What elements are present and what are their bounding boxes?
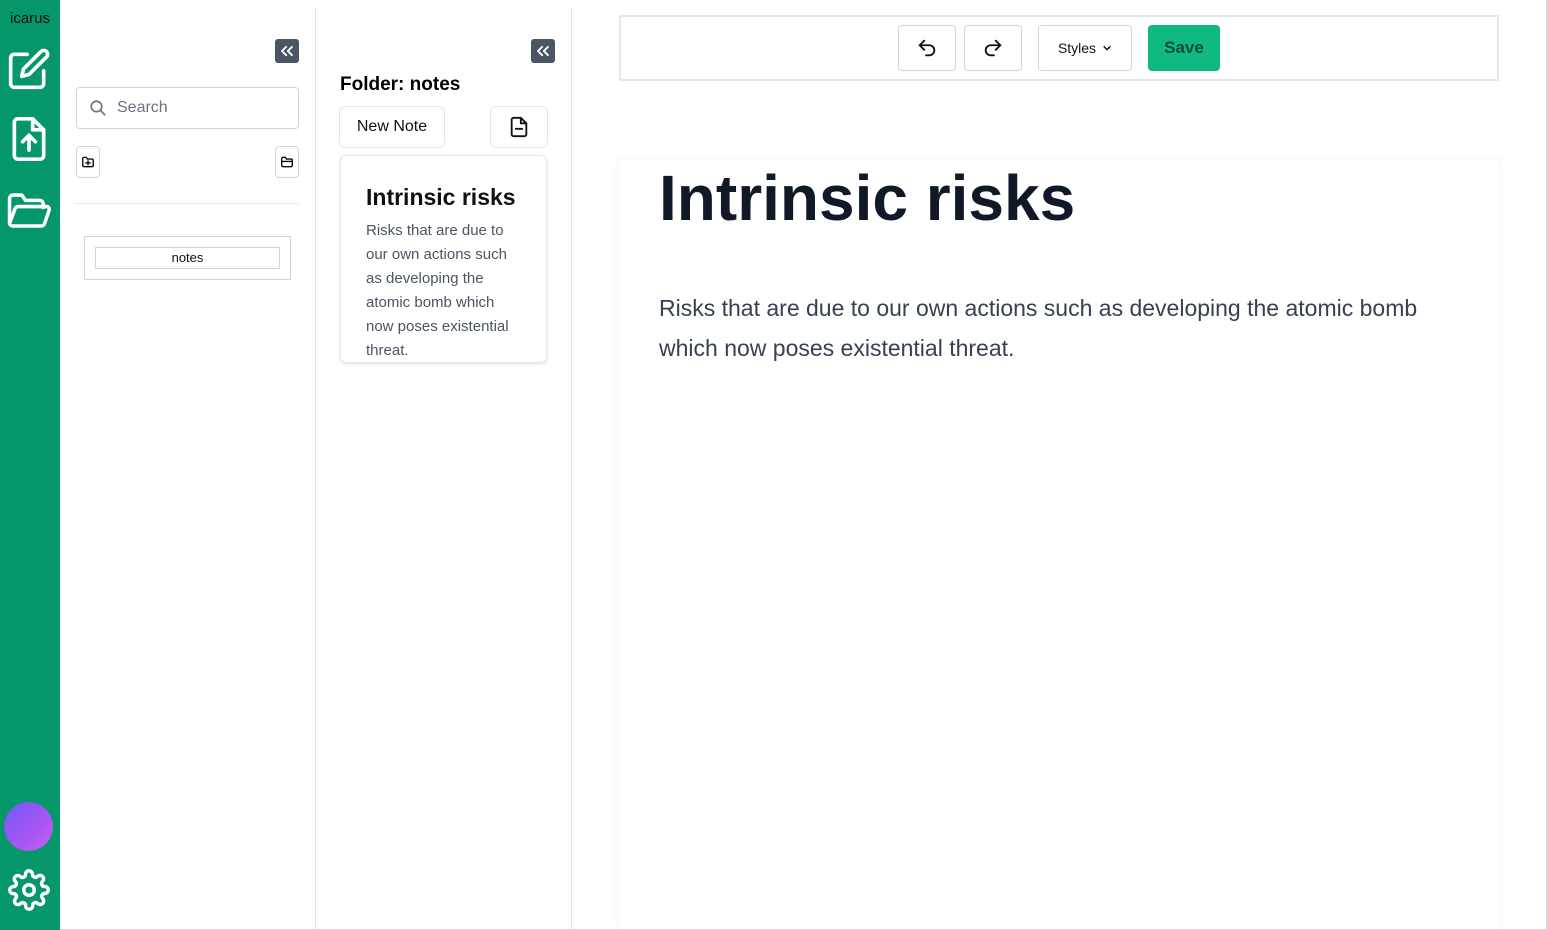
divider xyxy=(76,203,299,204)
editor-toolbar: Styles Save xyxy=(619,15,1499,81)
folder-icon xyxy=(281,156,293,168)
note-body[interactable]: Risks that are due to our own actions su… xyxy=(659,288,1459,368)
search-box xyxy=(76,87,299,129)
save-button[interactable]: Save xyxy=(1148,25,1220,71)
styles-label: Styles xyxy=(1057,40,1097,56)
notes-pane: Folder: notes New Note Intrinsic risks R… xyxy=(316,8,572,930)
left-rail: icarus xyxy=(0,0,60,930)
note-heading[interactable]: Intrinsic risks xyxy=(659,162,1459,234)
settings-button[interactable] xyxy=(6,867,52,913)
note-card-preview: Risks that are due to our own actions su… xyxy=(366,222,509,359)
folder-title: Folder: notes xyxy=(340,74,461,95)
note-card-title: Intrinsic risks xyxy=(366,184,516,210)
search-icon xyxy=(90,100,106,116)
upload-file-rail-button[interactable] xyxy=(6,116,52,162)
folder-list: notes xyxy=(84,236,291,280)
chevrons-left-icon xyxy=(281,45,293,57)
edit-icon xyxy=(8,48,50,90)
folder-item-notes[interactable]: notes xyxy=(95,247,280,269)
folder-open-icon xyxy=(7,193,52,228)
editor-document[interactable]: Intrinsic risks Risks that are due to ou… xyxy=(619,160,1499,930)
new-note-rail-button[interactable] xyxy=(6,46,52,92)
new-note-button[interactable]: New Note xyxy=(339,106,445,148)
new-folder-button[interactable] xyxy=(76,146,100,178)
note-card[interactable]: Intrinsic risks Risks that are due to ou… xyxy=(340,155,547,363)
chevron-down-icon xyxy=(1103,46,1111,51)
gear-icon xyxy=(8,869,50,911)
new-document-button[interactable] xyxy=(490,106,548,148)
app-window: icarus Search notes Folder: notes New No… xyxy=(0,0,1547,930)
chevrons-left-icon xyxy=(537,45,549,57)
redo-icon xyxy=(984,39,1002,57)
folder-plus-icon xyxy=(82,156,94,168)
undo-button[interactable] xyxy=(898,25,956,71)
avatar[interactable] xyxy=(4,802,53,851)
folder-button[interactable] xyxy=(275,146,299,178)
app-brand: icarus xyxy=(9,10,50,27)
styles-dropdown[interactable]: Styles xyxy=(1038,25,1132,71)
redo-button[interactable] xyxy=(964,25,1022,71)
file-minus-icon xyxy=(510,116,528,138)
collapse-notes-button[interactable] xyxy=(531,39,555,63)
search-input[interactable] xyxy=(117,99,287,117)
folders-rail-button[interactable] xyxy=(6,188,52,234)
undo-icon xyxy=(918,39,936,57)
folders-pane: notes xyxy=(60,8,316,930)
file-upload-icon xyxy=(12,117,46,162)
collapse-folders-button[interactable] xyxy=(275,39,299,63)
